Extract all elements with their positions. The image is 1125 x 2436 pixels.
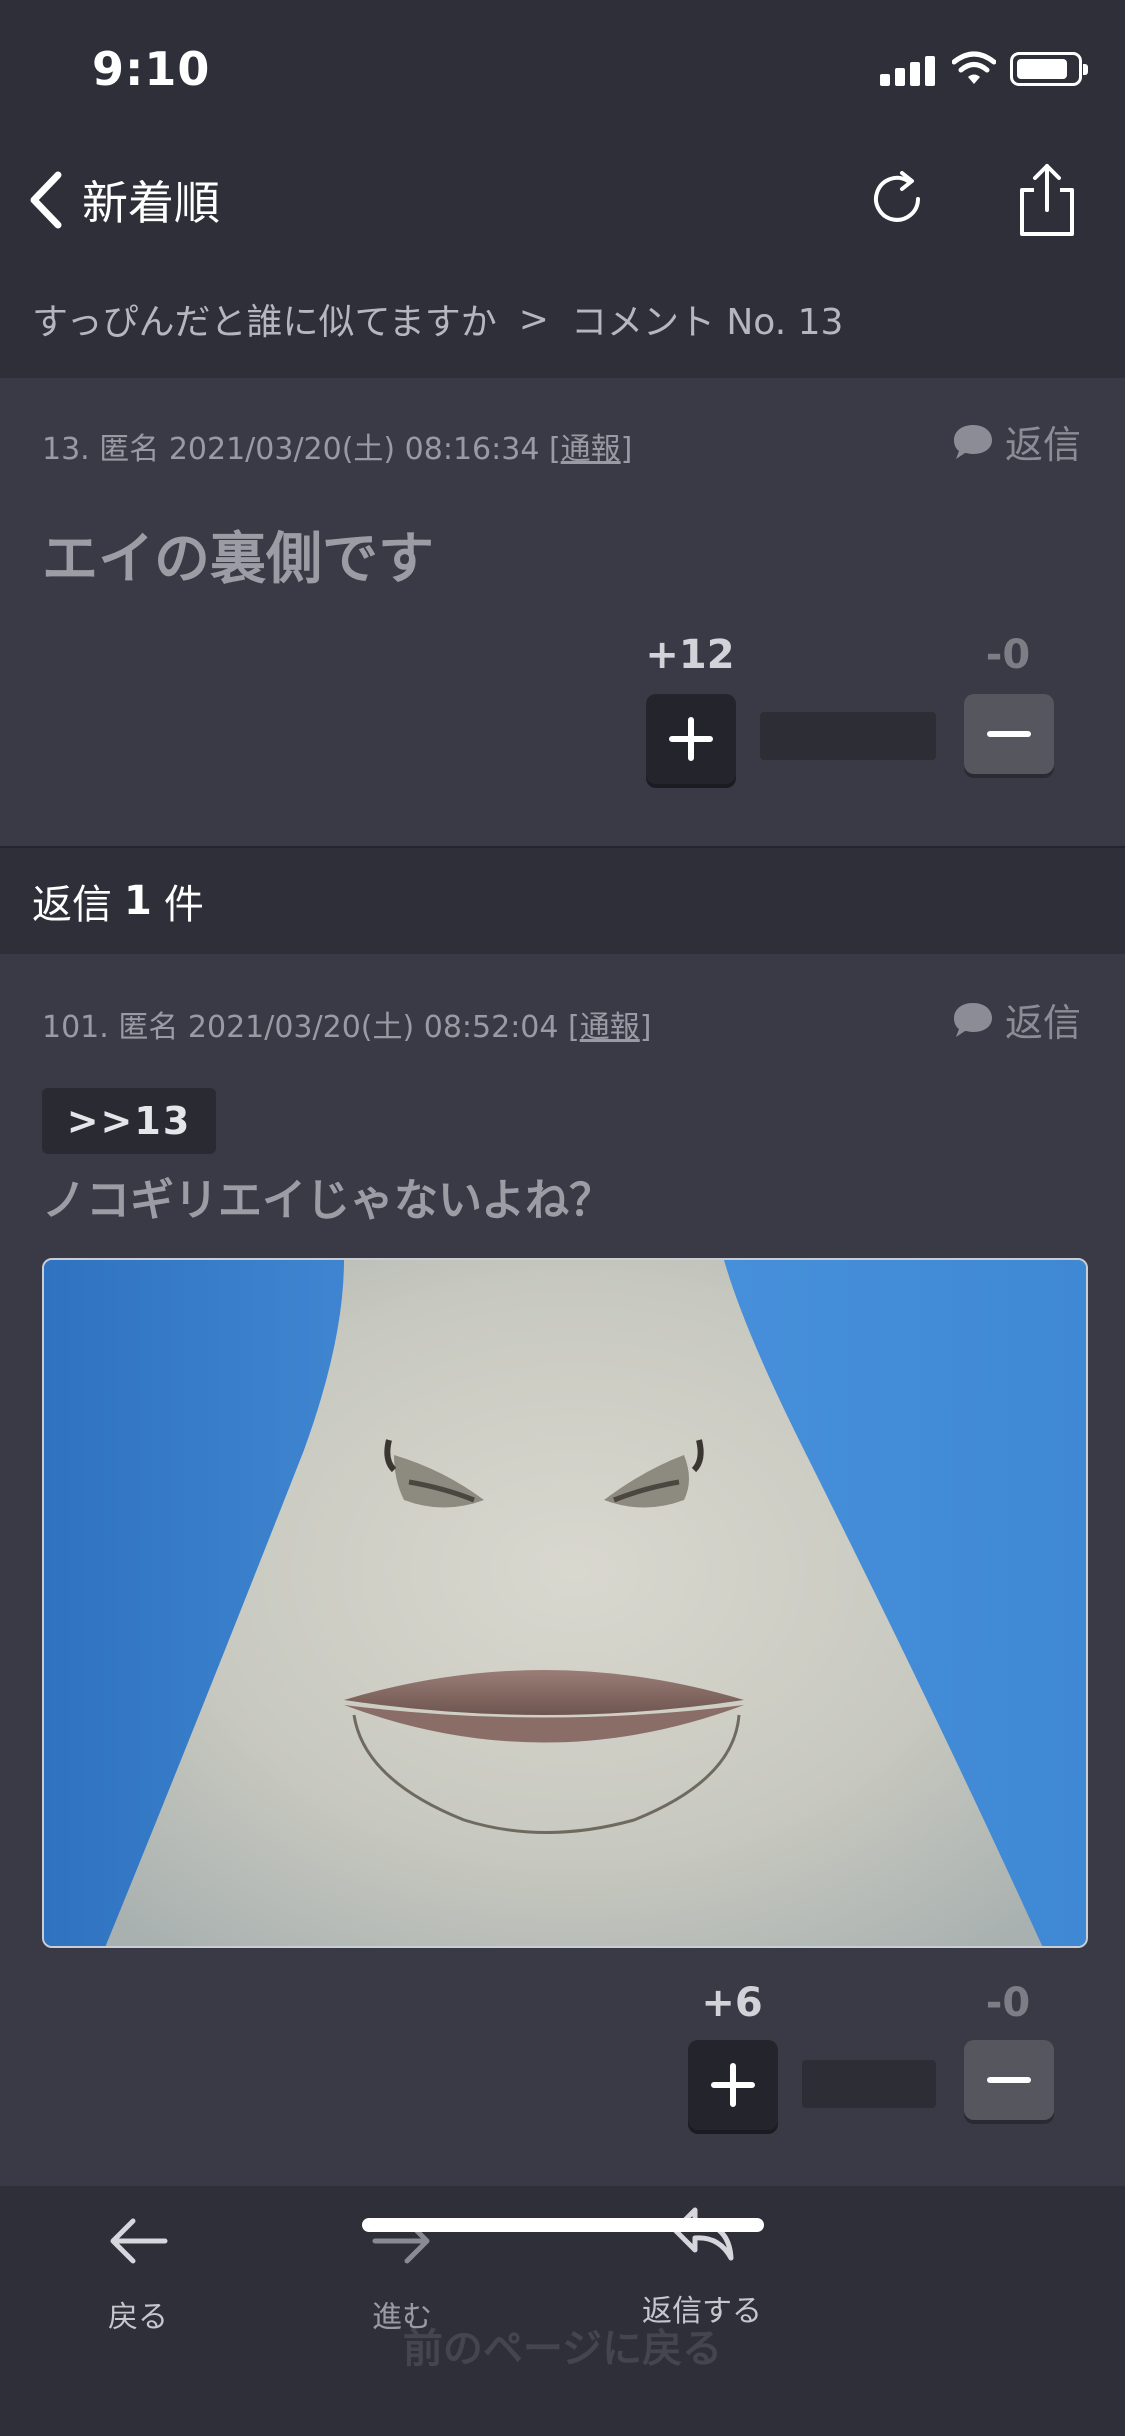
minus-icon — [987, 2077, 1031, 2083]
plus-vote-button[interactable] — [646, 694, 736, 784]
replies-count: 1 — [124, 878, 152, 924]
navigation-bar: 新着順 — [0, 140, 1125, 260]
breadcrumb-separator: > — [518, 298, 549, 340]
breadcrumb: すっぴんだと誰に似てますか > コメント No. 13 — [0, 260, 1125, 378]
chevron-left-icon — [30, 171, 62, 229]
plus-icon — [711, 2063, 755, 2107]
back-label: 新着順 — [82, 176, 220, 230]
home-indicator — [362, 2218, 764, 2232]
speech-bubble-icon — [953, 424, 992, 459]
vote-ratio-bar — [802, 2060, 936, 2108]
reply-body: ノコギリエイじゃないよね？ — [42, 1175, 614, 1226]
share-icon[interactable] — [1010, 160, 1084, 240]
refresh-icon[interactable] — [862, 164, 932, 234]
reply-datetime: 2021/03/20(土) 08:52:04 — [187, 1010, 559, 1045]
comment-author: 匿名 — [99, 432, 160, 467]
minus-vote-count: -0 — [985, 1980, 1031, 2026]
toolbar-reply-label: 返信する — [642, 2294, 762, 2329]
comment-body: エイの裏側です — [42, 527, 434, 592]
plus-vote-count: +6 — [701, 1980, 763, 2026]
reply-author: 匿名 — [118, 1010, 179, 1045]
toolbar-back-button[interactable]: 戻る — [48, 2206, 228, 2336]
screen: 9:10 新着順 すっぴんだと誰に似てますか > コメント No. 13 13.… — [0, 0, 1125, 2436]
quote-anchor-link[interactable]: >>13 — [42, 1088, 216, 1154]
stingray-photo — [44, 1260, 1086, 1946]
breadcrumb-current: コメント No. 13 — [570, 302, 844, 343]
comment-card: 13. 匿名 2021/03/20(土) 08:16:34 [通報] 返信 エイ… — [0, 378, 1125, 844]
breadcrumb-topic[interactable]: すっぴんだと誰に似てますか — [32, 293, 497, 345]
minus-vote-button[interactable] — [964, 694, 1054, 774]
comment-meta: 13. 匿名 2021/03/20(土) 08:16:34 [通報] — [42, 432, 633, 467]
comment-datetime: 2021/03/20(土) 08:16:34 — [168, 432, 540, 467]
report-link[interactable]: 通報 — [561, 432, 621, 467]
reply-button[interactable]: 返信 — [951, 414, 1081, 469]
status-bar: 9:10 — [0, 0, 1125, 140]
minus-vote-button[interactable] — [964, 2040, 1054, 2120]
report-link[interactable]: 通報 — [580, 1010, 640, 1045]
toolbar-back-label: 戻る — [108, 2300, 168, 2335]
speech-bubble-icon — [953, 1002, 992, 1037]
minus-vote-count: -0 — [985, 632, 1031, 678]
plus-icon — [669, 717, 713, 761]
toolbar-forward-label: 進む — [372, 2300, 432, 2335]
vote-ratio-bar — [760, 712, 936, 760]
battery-icon — [1010, 52, 1088, 86]
wifi-icon — [952, 51, 996, 84]
plus-vote-button[interactable] — [688, 2040, 778, 2130]
attached-photo[interactable] — [42, 1258, 1088, 1948]
replies-header: 返信 1 件 — [0, 846, 1125, 954]
reply-arrow-icon — [672, 2207, 734, 2261]
reply-label: 返信 — [1004, 1001, 1081, 1045]
status-time: 9:10 — [92, 42, 211, 96]
comment-number: 13. — [42, 432, 90, 467]
arrow-right-icon — [372, 2218, 430, 2264]
cellular-signal-icon — [880, 56, 936, 86]
minus-icon — [987, 731, 1031, 737]
replies-header-suffix: 件 — [163, 882, 204, 928]
reply-label: 返信 — [1004, 423, 1081, 467]
replies-header-prefix: 返信 — [32, 882, 112, 928]
back-button[interactable]: 新着順 — [20, 160, 220, 240]
reply-meta: 101. 匿名 2021/03/20(土) 08:52:04 [通報] — [42, 1010, 652, 1045]
reply-button[interactable]: 返信 — [951, 992, 1081, 1047]
arrow-left-icon — [110, 2218, 168, 2264]
reply-number: 101. — [42, 1010, 109, 1045]
plus-vote-count: +12 — [645, 632, 735, 678]
